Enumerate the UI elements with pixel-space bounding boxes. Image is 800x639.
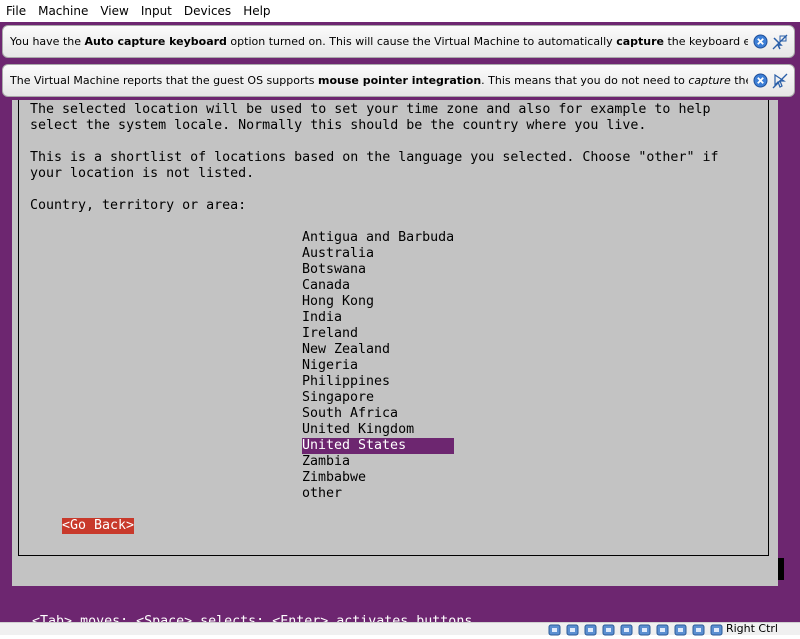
country-option[interactable]: United Kingdom bbox=[302, 422, 454, 438]
country-option[interactable]: New Zealand bbox=[302, 342, 454, 358]
country-option[interactable]: South Africa bbox=[302, 406, 454, 422]
country-option[interactable]: Singapore bbox=[302, 390, 454, 406]
shortlist-line-2: your location is not listed. bbox=[30, 166, 255, 181]
close-notice-icon[interactable] bbox=[752, 34, 768, 50]
menu-view[interactable]: View bbox=[94, 0, 134, 22]
country-option[interactable]: Nigeria bbox=[302, 358, 454, 374]
menu-file[interactable]: File bbox=[0, 0, 32, 22]
menu-bar: File Machine View Input Devices Help bbox=[0, 0, 800, 22]
menu-machine[interactable]: Machine bbox=[32, 0, 94, 22]
country-option[interactable]: Zambia bbox=[302, 454, 454, 470]
description-line-2: select the system locale. Normally this … bbox=[30, 118, 647, 133]
description-line-1: The selected location will be used to se… bbox=[30, 102, 711, 117]
usb-icon[interactable] bbox=[601, 624, 616, 636]
host-key-label: Right Ctrl bbox=[725, 622, 778, 635]
keyboard-capture-icon[interactable] bbox=[772, 34, 788, 50]
keyboard-hint: <Tab> moves; <Space> selects; <Enter> ac… bbox=[32, 614, 473, 622]
country-option[interactable]: Ireland bbox=[302, 326, 454, 342]
country-option[interactable]: Antigua and Barbuda bbox=[302, 230, 454, 246]
keyboard-capture-icon[interactable] bbox=[709, 624, 724, 636]
vm-display[interactable]: The selected location will be used to se… bbox=[0, 22, 800, 622]
country-option[interactable]: Botswana bbox=[302, 262, 454, 278]
keyboard-capture-notice: You have the Auto capture keyboard optio… bbox=[2, 25, 795, 58]
mouse-notice-text: The Virtual Machine reports that the gue… bbox=[10, 74, 748, 87]
cpu-icon[interactable] bbox=[673, 624, 688, 636]
network-icon[interactable] bbox=[583, 624, 598, 636]
country-prompt: Country, territory or area: bbox=[30, 198, 247, 213]
status-bar: Right Ctrl bbox=[0, 622, 800, 636]
shortlist-line-1: This is a shortlist of locations based o… bbox=[30, 150, 719, 165]
menu-devices[interactable]: Devices bbox=[178, 0, 237, 22]
status-icons bbox=[547, 624, 724, 636]
menu-help[interactable]: Help bbox=[237, 0, 276, 22]
optical-drive-icon[interactable] bbox=[565, 624, 580, 636]
country-option[interactable]: United States bbox=[302, 438, 454, 454]
video-capture-icon[interactable] bbox=[655, 624, 670, 636]
mouse-integration-notice: The Virtual Machine reports that the gue… bbox=[2, 64, 795, 97]
installer-dialog: The selected location will be used to se… bbox=[12, 100, 778, 586]
display-icon[interactable] bbox=[637, 624, 652, 636]
country-list[interactable]: Antigua and Barbuda Australia Botswana Cana… bbox=[302, 230, 454, 502]
hard-disk-icon[interactable] bbox=[547, 624, 562, 636]
country-option[interactable]: India bbox=[302, 310, 454, 326]
mouse-integration-icon[interactable] bbox=[691, 624, 706, 636]
go-back-button[interactable]: <Go Back> bbox=[62, 518, 135, 534]
close-notice-icon[interactable] bbox=[752, 73, 768, 89]
menu-input[interactable]: Input bbox=[135, 0, 178, 22]
country-option[interactable]: Zimbabwe bbox=[302, 470, 454, 486]
country-option[interactable]: Hong Kong bbox=[302, 294, 454, 310]
country-option[interactable]: other bbox=[302, 486, 454, 502]
country-option[interactable]: Philippines bbox=[302, 374, 454, 390]
country-option[interactable]: Australia bbox=[302, 246, 454, 262]
shared-folders-icon[interactable] bbox=[619, 624, 634, 636]
keyboard-notice-text: You have the Auto capture keyboard optio… bbox=[10, 35, 748, 48]
keyboard-hint-bar: <Tab> moves; <Space> selects; <Enter> ac… bbox=[0, 598, 472, 622]
country-option[interactable]: Canada bbox=[302, 278, 454, 294]
mouse-integration-icon[interactable] bbox=[772, 73, 788, 89]
